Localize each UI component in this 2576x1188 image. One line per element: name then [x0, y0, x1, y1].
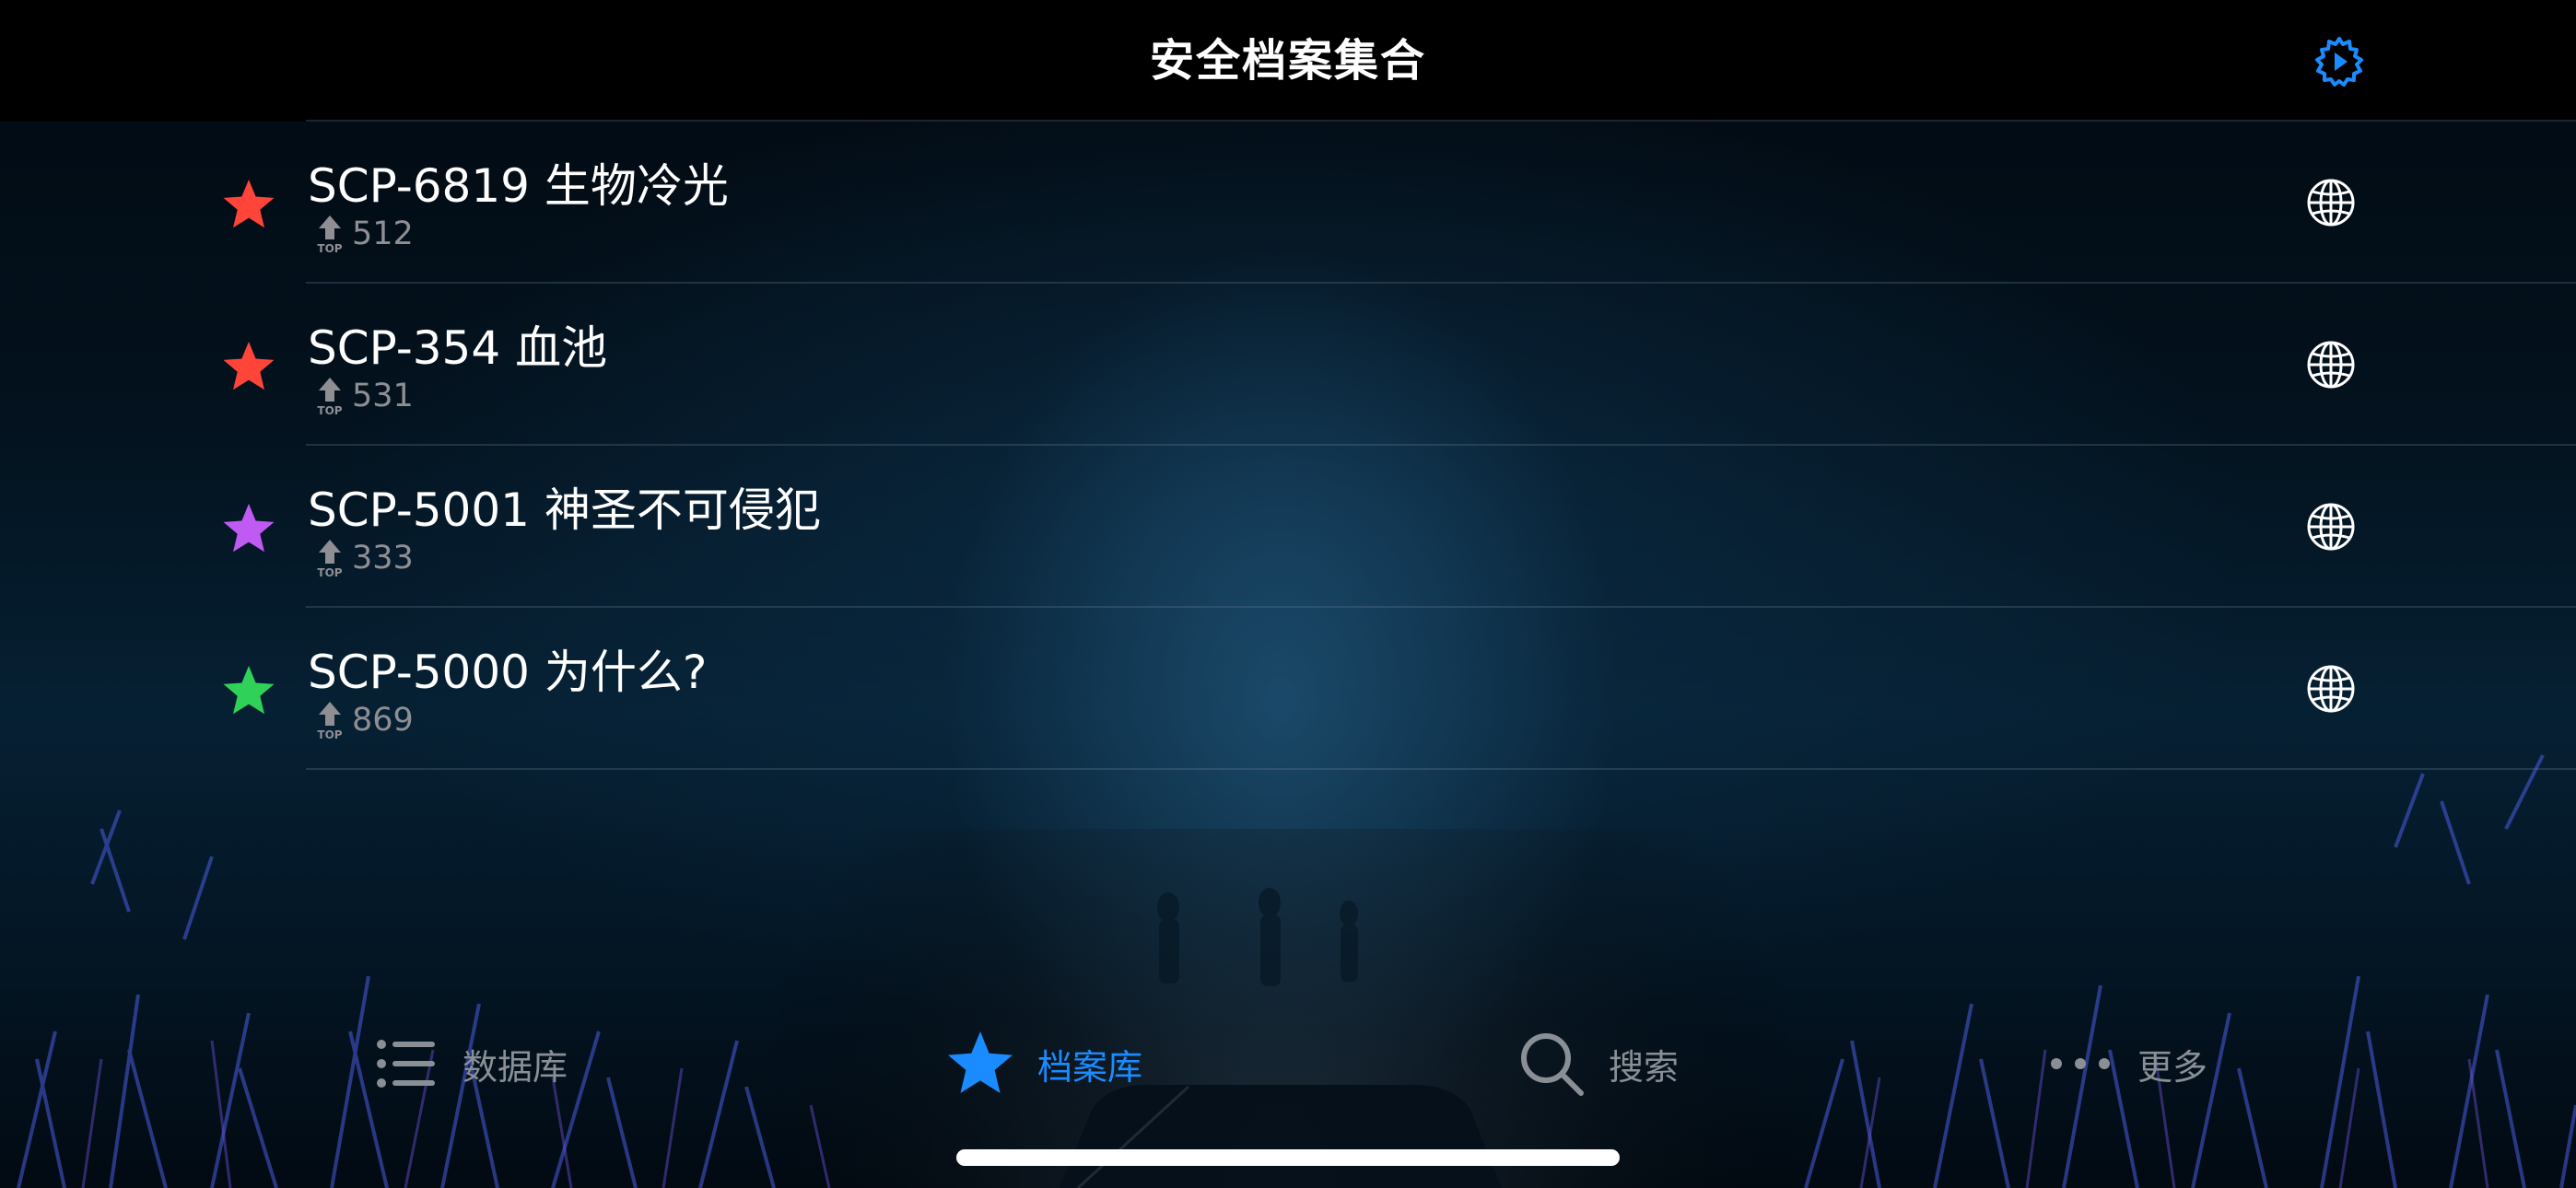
svg-text:TOP: TOP: [317, 566, 342, 578]
list-item[interactable]: SCP-5000 为什么? TOP 869: [0, 608, 2576, 770]
tab-label: 更多: [2137, 1046, 2208, 1088]
item-title: SCP-6819 生物冷光: [308, 159, 729, 213]
app-screen: 安全档案集合 SCP-6819 生物冷光 TOP 512 SCP-354 血池 …: [0, 0, 2576, 1188]
star-icon: [223, 504, 275, 553]
item-title: SCP-5000 为什么?: [308, 646, 708, 699]
list-item[interactable]: SCP-6819 生物冷光 TOP 512: [0, 120, 2576, 284]
star-icon: [223, 666, 275, 715]
globe-icon[interactable]: [2305, 177, 2357, 228]
top-arrow-icon: TOP: [317, 215, 343, 254]
item-rating: TOP 869: [313, 700, 414, 740]
tab-label: 档案库: [1037, 1046, 1143, 1088]
globe-icon[interactable]: [2305, 663, 2357, 715]
star-icon: [948, 1031, 1013, 1093]
svg-text:TOP: TOP: [317, 728, 342, 740]
svg-text:TOP: TOP: [317, 242, 342, 254]
item-rating: TOP 531: [313, 376, 414, 416]
star-icon: [223, 342, 275, 390]
top-arrow-icon: TOP: [317, 378, 343, 416]
search-icon: [1521, 1033, 1584, 1096]
star-icon: [223, 180, 275, 228]
list-icon: [377, 1040, 435, 1088]
list-item[interactable]: SCP-5001 神圣不可侵犯 TOP 333: [0, 446, 2576, 608]
divider: [306, 120, 2576, 122]
tab-archive[interactable]: 档案库: [945, 1022, 1142, 1105]
divider: [306, 768, 2576, 770]
more-icon: [2051, 1058, 2110, 1069]
top-arrow-icon: TOP: [317, 540, 343, 578]
globe-icon[interactable]: [2305, 339, 2357, 390]
globe-icon[interactable]: [2305, 501, 2357, 553]
item-title: SCP-354 血池: [308, 321, 608, 375]
settings-icon[interactable]: [2313, 35, 2366, 88]
nav-header: 安全档案集合: [0, 0, 2576, 122]
item-count: 512: [352, 215, 414, 252]
page-title: 安全档案集合: [1149, 35, 1426, 87]
item-rating: TOP 512: [313, 214, 414, 254]
top-arrow-icon: TOP: [317, 702, 343, 740]
item-count: 531: [352, 378, 414, 414]
item-rating: TOP 333: [313, 538, 414, 578]
tab-bar: 数据库 档案库 搜索 更多: [0, 1022, 2576, 1105]
tab-database[interactable]: 数据库: [370, 1022, 568, 1105]
tab-label: 数据库: [463, 1046, 568, 1088]
archive-list: SCP-6819 生物冷光 TOP 512 SCP-354 血池 TOP 531…: [0, 120, 2576, 770]
home-indicator[interactable]: [956, 1149, 1620, 1166]
item-count: 869: [352, 702, 414, 739]
list-item[interactable]: SCP-354 血池 TOP 531: [0, 284, 2576, 446]
item-count: 333: [352, 540, 414, 577]
svg-text:TOP: TOP: [317, 404, 342, 416]
tab-more[interactable]: 更多: [2045, 1022, 2207, 1105]
item-title: SCP-5001 神圣不可侵犯: [308, 483, 821, 537]
tab-label: 搜索: [1609, 1046, 1680, 1088]
tab-search[interactable]: 搜索: [1516, 1022, 1679, 1105]
